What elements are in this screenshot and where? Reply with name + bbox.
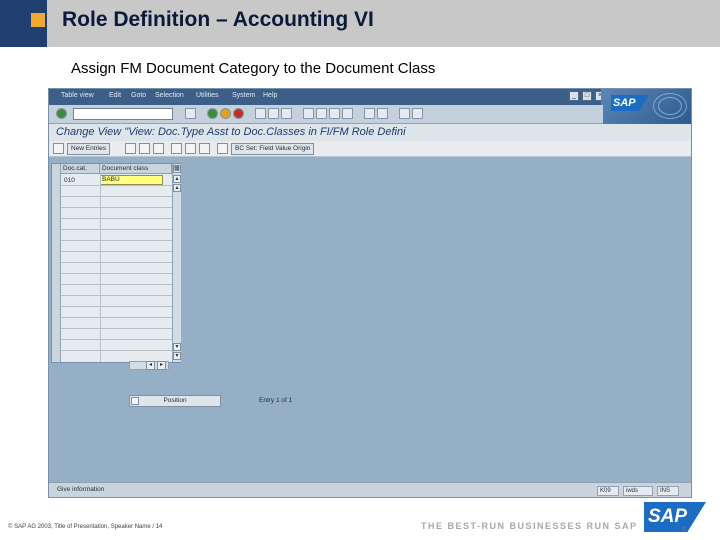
- deselect-all-icon[interactable]: [199, 143, 210, 154]
- table-row-divider: [61, 251, 172, 252]
- bc-set-icon[interactable]: [217, 143, 228, 154]
- table-row-divider: [61, 185, 172, 186]
- table-row-divider: [61, 229, 172, 230]
- table-row-divider: [61, 207, 172, 208]
- menu-help[interactable]: Help: [263, 92, 277, 99]
- new-entries-button[interactable]: New Entries: [67, 143, 111, 155]
- status-message: Give information: [57, 486, 105, 493]
- screen-title-bar: Change View "View: Doc.Type Asst to Doc.…: [49, 124, 691, 141]
- table-row-divider: [61, 317, 172, 318]
- status-insert-mode: INS: [657, 486, 679, 496]
- table-row-divider: [61, 306, 172, 307]
- position-button[interactable]: Position: [129, 395, 221, 407]
- cell-document-class[interactable]: BABU: [100, 175, 163, 185]
- status-server: iwds: [623, 486, 653, 496]
- registered-mark: ®: [682, 527, 686, 533]
- table-row-divider: [61, 262, 172, 263]
- cancel-icon[interactable]: [233, 108, 244, 119]
- sap-logo: SAP: [611, 95, 649, 111]
- slide-header: Role Definition – Accounting VI: [0, 0, 720, 47]
- application-toolbar: New Entries BC Set: Field Value Origin: [49, 141, 691, 157]
- find-next-icon[interactable]: [281, 108, 292, 119]
- row-selector-column[interactable]: [52, 164, 61, 362]
- table-row-divider: [61, 328, 172, 329]
- table-row-divider: [61, 273, 172, 274]
- column-settings-icon[interactable]: ▦: [173, 165, 181, 173]
- screen-title: Change View "View: Doc.Type Asst to Doc.…: [56, 126, 406, 138]
- menu-selection[interactable]: Selection: [155, 92, 184, 99]
- table-row-divider: [61, 218, 172, 219]
- footer-copyright: © SAP AG 2003, Title of Presentation, Sp…: [8, 524, 163, 530]
- cell-doc-cat[interactable]: 010: [64, 177, 75, 184]
- footer-tagline: THE BEST-RUN BUSINESSES RUN SAP: [421, 521, 638, 531]
- scroll-page-down-icon[interactable]: ▾: [173, 343, 181, 351]
- layout-menu-icon[interactable]: [412, 108, 423, 119]
- command-dropdown-icon[interactable]: [175, 108, 181, 119]
- ripple-graphic-inner: [658, 97, 682, 115]
- last-page-icon[interactable]: [342, 108, 353, 119]
- table-row-divider: [61, 240, 172, 241]
- create-session-icon[interactable]: [364, 108, 375, 119]
- sap-logo-area: SAP: [601, 89, 691, 124]
- standard-toolbar: [49, 105, 603, 124]
- status-system: K09: [597, 486, 619, 496]
- column-header-document-class[interactable]: Document class: [100, 164, 172, 174]
- menu-bar: Table view Edit Goto Selection Utilities…: [49, 89, 691, 105]
- status-bar: Give information K09 iwds INS: [49, 482, 691, 497]
- table-control: Doc.cat. Document class 010 BABU ▦ ▴ ▴ ▾…: [51, 163, 181, 363]
- menu-system[interactable]: System: [232, 92, 255, 99]
- sap-footer-logo: SAP: [644, 502, 706, 532]
- entry-counter: Entry 1 of 1: [259, 397, 293, 404]
- scroll-right-icon[interactable]: ▸: [157, 361, 166, 370]
- scroll-page-up-icon[interactable]: ▴: [173, 184, 181, 192]
- help-icon[interactable]: [399, 108, 410, 119]
- shortcut-icon[interactable]: [377, 108, 388, 119]
- display-change-icon[interactable]: [53, 143, 64, 154]
- delete-icon[interactable]: [139, 143, 150, 154]
- enter-icon[interactable]: [56, 108, 67, 119]
- exit-icon[interactable]: [220, 108, 231, 119]
- menu-utilities[interactable]: Utilities: [196, 92, 219, 99]
- first-page-icon[interactable]: [303, 108, 314, 119]
- column-header-doc-cat[interactable]: Doc.cat.: [61, 164, 100, 174]
- print-icon[interactable]: [255, 108, 266, 119]
- table-row-divider: [61, 339, 172, 340]
- menu-edit[interactable]: Edit: [109, 92, 121, 99]
- sap-gui-window: Table view Edit Goto Selection Utilities…: [48, 88, 692, 498]
- next-page-icon[interactable]: [329, 108, 340, 119]
- select-block-icon[interactable]: [185, 143, 196, 154]
- menu-table-view[interactable]: Table view: [61, 92, 94, 99]
- select-all-icon[interactable]: [171, 143, 182, 154]
- slide-subtitle: Assign FM Document Category to the Docum…: [71, 60, 436, 77]
- scroll-up-icon[interactable]: ▴: [173, 175, 181, 183]
- minimize-icon[interactable]: _: [569, 91, 579, 101]
- maximize-icon[interactable]: □: [582, 91, 592, 101]
- table-row-divider: [61, 350, 172, 351]
- slide-title: Role Definition – Accounting VI: [62, 8, 374, 31]
- menu-goto[interactable]: Goto: [131, 92, 146, 99]
- previous-page-icon[interactable]: [316, 108, 327, 119]
- undo-icon[interactable]: [153, 143, 164, 154]
- save-icon[interactable]: [185, 108, 196, 119]
- copy-icon[interactable]: [125, 143, 136, 154]
- bc-set-button[interactable]: BC Set: Field Value Origin: [231, 143, 315, 155]
- table-row-divider: [61, 295, 172, 296]
- back-icon[interactable]: [207, 108, 218, 119]
- scroll-down-icon[interactable]: ▾: [173, 352, 181, 360]
- scroll-left-icon[interactable]: ◂: [146, 361, 155, 370]
- vertical-scrollbar[interactable]: ▦ ▴ ▴ ▾ ▾: [172, 164, 181, 362]
- column-divider: [100, 174, 101, 362]
- position-icon: [131, 397, 139, 405]
- find-icon[interactable]: [268, 108, 279, 119]
- header-accent-square: [31, 13, 45, 27]
- table-row-divider: [61, 196, 172, 197]
- command-field[interactable]: [73, 108, 173, 120]
- table-row-divider: [61, 284, 172, 285]
